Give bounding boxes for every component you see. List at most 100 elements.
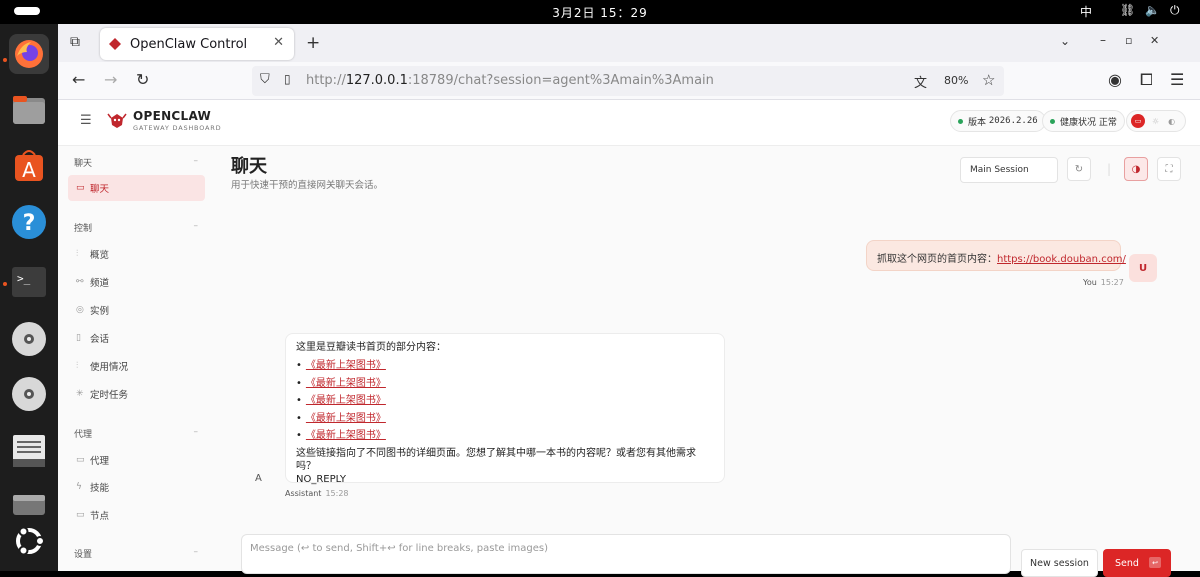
assistant-link-list: 《最新上架图书》 《最新上架图书》 《最新上架图书》 《最新上架图书》 《最新上… xyxy=(296,359,714,447)
user-avatar: U xyxy=(1129,254,1157,282)
help-icon[interactable]: ? xyxy=(9,202,49,242)
book-link[interactable]: 《最新上架图书》 xyxy=(306,413,386,424)
sidebar-item-instances[interactable]: ◎ 实例 xyxy=(68,297,205,323)
sidebar-section-settings[interactable]: 设置 – xyxy=(74,547,198,560)
drive-icon[interactable] xyxy=(9,484,49,524)
input-method-indicator[interactable]: 中 xyxy=(1080,3,1092,20)
refresh-icon[interactable]: ↻ xyxy=(1067,157,1091,181)
sidebar-item-skills[interactable]: ϟ 技能 xyxy=(68,474,205,500)
loader-icon: ✳ xyxy=(76,389,84,399)
brand: OPENCLAW GATEWAY DASHBOARD xyxy=(133,109,221,132)
sidebar-item-channels[interactable]: ⚯ 频道 xyxy=(68,269,205,295)
list-item: 《最新上架图书》 xyxy=(296,377,714,395)
sidebar-item-agents[interactable]: ▭ 代理 xyxy=(68,447,205,473)
system-clock[interactable]: 3月2日 15：29 xyxy=(0,4,1200,21)
network-icon[interactable]: ⛓ xyxy=(1120,3,1135,17)
files-icon[interactable] xyxy=(9,90,49,130)
close-window-icon[interactable]: ✕ xyxy=(1150,34,1159,47)
sidebar-item-sessions[interactable]: ▯ 会话 xyxy=(68,325,205,351)
ubuntu-icon[interactable] xyxy=(9,521,49,561)
book-link[interactable]: 《最新上架图书》 xyxy=(306,430,386,441)
tab-title: OpenClaw Control xyxy=(130,36,248,52)
sidebar-item-chat[interactable]: ▭ 聊天 xyxy=(68,175,205,201)
user-message-link[interactable]: https://book.douban.com/ xyxy=(997,254,1126,265)
back-icon[interactable]: ← xyxy=(72,70,85,89)
url-bar[interactable]: ⛉ ▯ http://127.0.0.1:18789/chat?session=… xyxy=(252,66,1004,96)
page-title: 聊天 xyxy=(231,156,267,177)
page-subtitle: 用于快速干预的直接网关聊天会话。 xyxy=(231,180,384,191)
application-dock: A ? >_ xyxy=(0,24,58,571)
reload-icon[interactable]: ↻ xyxy=(136,70,149,89)
focus-mode-icon[interactable]: ⛶ xyxy=(1157,157,1181,181)
book-link[interactable]: 《最新上架图书》 xyxy=(306,395,386,406)
new-session-button[interactable]: New session xyxy=(1021,549,1098,577)
app-header: ☰ OPENCLAW GATEWAY DASHBOARD 版本 2026.2.2… xyxy=(58,100,1200,146)
tab-overview-icon[interactable]: ⧉ xyxy=(70,34,80,50)
disc-icon[interactable] xyxy=(9,319,49,359)
close-tab-icon[interactable]: ✕ xyxy=(273,35,284,50)
tab-openclaw[interactable]: OpenClaw Control ✕ xyxy=(100,28,294,60)
url-text[interactable]: http://127.0.0.1:18789/chat?session=agen… xyxy=(306,73,714,88)
list-item: 《最新上架图书》 xyxy=(296,359,714,377)
assistant-tail: NO_REPLY xyxy=(296,473,346,485)
volume-icon[interactable]: 🔈 xyxy=(1145,3,1160,17)
app-center-icon[interactable]: A xyxy=(9,146,49,186)
sidebar-item-usage[interactable]: ⫶ 使用情况 xyxy=(68,353,205,379)
translate-icon[interactable]: 文 xyxy=(914,72,927,91)
version-badge: 版本 2026.2.26 xyxy=(950,110,1046,132)
monitor-icon[interactable]: ▭ xyxy=(1131,114,1145,128)
radio-icon: ◎ xyxy=(76,305,84,315)
maximize-icon[interactable]: ▫ xyxy=(1125,34,1132,47)
sidebar-section-agents[interactable]: 代理 – xyxy=(74,427,198,440)
message-input[interactable]: Message (↩ to send, Shift+↩ for line bre… xyxy=(241,534,1011,574)
sidebar-item-overview[interactable]: ⫶ 概览 xyxy=(68,241,205,267)
health-badge: 健康状况 正常 xyxy=(1042,110,1125,132)
zoom-level[interactable]: 80% xyxy=(944,74,968,87)
sun-icon[interactable]: ☼ xyxy=(1152,117,1159,126)
firefox-icon[interactable] xyxy=(9,34,49,74)
send-button[interactable]: Send ↩ xyxy=(1103,549,1171,577)
disc-icon[interactable] xyxy=(9,374,49,414)
new-tab-icon[interactable]: + xyxy=(306,33,320,53)
monitor-icon: ▭ xyxy=(76,510,85,520)
list-item: 《最新上架图书》 xyxy=(296,412,714,430)
assistant-message-meta: Assistant 15:28 xyxy=(285,489,349,498)
sidebar-section-chat[interactable]: 聊天 – xyxy=(74,156,198,169)
menu-icon[interactable]: ☰ xyxy=(1170,70,1184,89)
divider: | xyxy=(1107,162,1112,176)
list-tabs-icon[interactable]: ⌄ xyxy=(1060,34,1070,48)
lightning-icon: ϟ xyxy=(76,482,82,492)
brand-subtitle: GATEWAY DASHBOARD xyxy=(133,124,222,132)
sidebar-item-scheduled-tasks[interactable]: ✳ 定时任务 xyxy=(68,381,205,407)
status-dot xyxy=(1050,118,1055,124)
bookmark-star-icon[interactable]: ☆ xyxy=(982,71,995,89)
openclaw-app: ☰ OPENCLAW GATEWAY DASHBOARD 版本 2026.2.2… xyxy=(58,100,1200,577)
link-icon: ⚯ xyxy=(76,277,84,287)
book-link[interactable]: 《最新上架图书》 xyxy=(306,378,386,389)
session-select[interactable]: Main Session xyxy=(960,157,1058,183)
minimize-icon[interactable]: – xyxy=(1100,33,1106,47)
navigation-toolbar: ← → ↻ ⛉ ▯ http://127.0.0.1:18789/chat?se… xyxy=(58,62,1200,100)
book-link[interactable]: 《最新上架图书》 xyxy=(306,360,386,371)
shield-icon[interactable]: ⛉ xyxy=(260,72,270,87)
sidebar-section-control[interactable]: 控制 – xyxy=(74,221,198,234)
terminal-icon[interactable]: >_ xyxy=(9,262,49,302)
bar-chart-icon: ⫶ xyxy=(76,361,79,371)
list-item: 《最新上架图书》 xyxy=(296,394,714,412)
tab-strip: ⧉ OpenClaw Control ✕ + ⌄ – ▫ ✕ xyxy=(58,24,1200,62)
extensions-icon[interactable]: ⧠ xyxy=(1140,70,1153,90)
svg-text:?: ? xyxy=(23,211,36,236)
document-icon[interactable] xyxy=(9,431,49,471)
brain-icon[interactable]: ◑ xyxy=(1124,157,1148,181)
hamburger-icon[interactable]: ☰ xyxy=(80,113,92,128)
account-icon[interactable]: ◉ xyxy=(1108,70,1122,89)
brand-name: OPENCLAW xyxy=(133,109,212,123)
forward-icon[interactable]: → xyxy=(104,70,117,89)
moon-icon[interactable]: ◐ xyxy=(1168,117,1175,126)
chat-bubble-icon: ▭ xyxy=(76,183,85,193)
sidebar-item-nodes[interactable]: ▭ 节点 xyxy=(68,502,205,528)
assistant-intro: 这里是豆瓣读书首页的部分内容： xyxy=(296,342,446,353)
page-info-icon[interactable]: ▯ xyxy=(284,72,291,86)
power-icon[interactable]: ⏻ xyxy=(1170,3,1180,18)
enter-key-icon: ↩ xyxy=(1149,557,1161,568)
